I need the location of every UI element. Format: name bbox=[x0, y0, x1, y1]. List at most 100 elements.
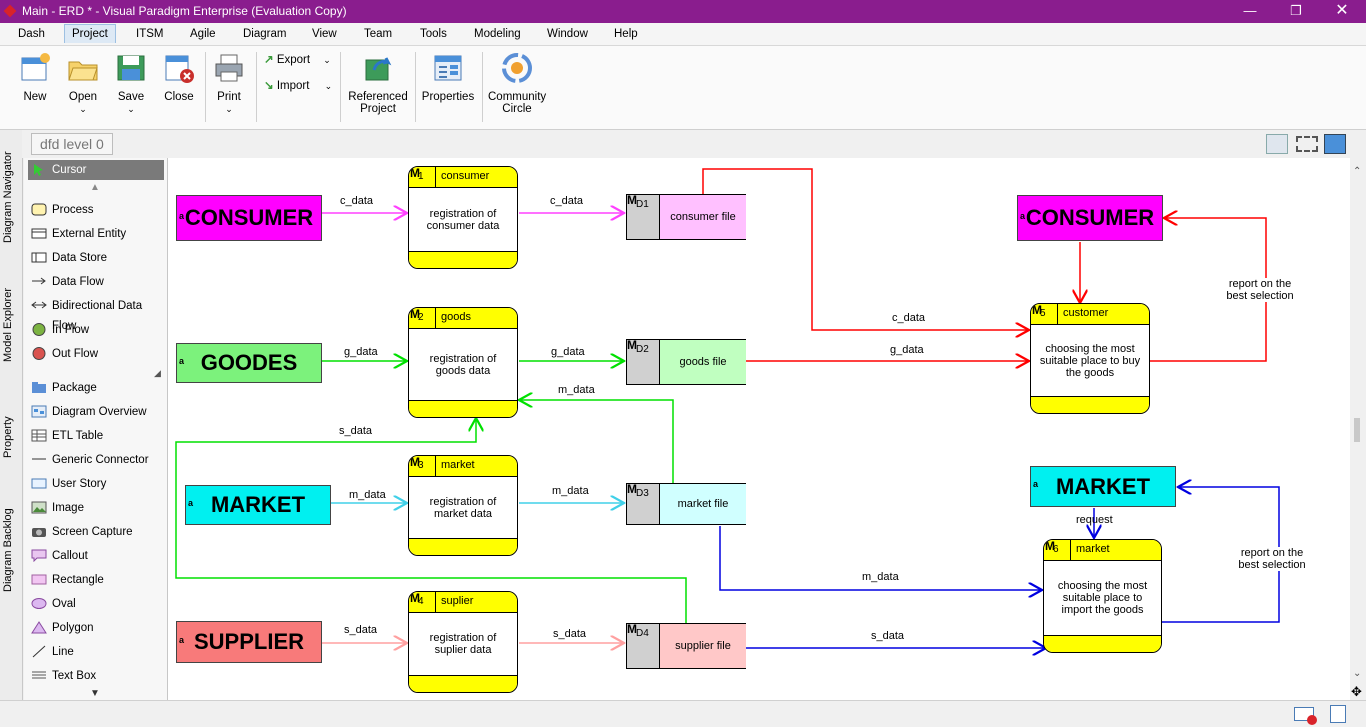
chevron-down-icon: ⌄ bbox=[225, 104, 233, 114]
polygon-icon bbox=[31, 621, 47, 634]
import-button[interactable]: ↘ Import ⌄ bbox=[264, 78, 332, 92]
palette-user-story[interactable]: User Story bbox=[28, 474, 164, 494]
palette-in-flow[interactable]: In Flow bbox=[28, 320, 164, 340]
palette-callout[interactable]: Callout bbox=[28, 546, 164, 566]
chevron-down-icon: ⌄ bbox=[323, 55, 331, 65]
bidirectional-flow-icon bbox=[31, 301, 47, 309]
menu-view[interactable]: View bbox=[312, 26, 337, 42]
data-store-d2[interactable]: M D2 goods file bbox=[626, 338, 746, 385]
save-button[interactable]: Save ⌄ bbox=[114, 52, 148, 115]
palette-bidirectional-data-flow[interactable]: Bidirectional Data Flow bbox=[28, 296, 164, 332]
edit-notes-icon[interactable] bbox=[1330, 705, 1346, 723]
tab-property[interactable]: Property bbox=[2, 400, 20, 475]
scroll-up-icon[interactable]: ⌃ bbox=[1353, 166, 1361, 177]
menu-window[interactable]: Window bbox=[547, 26, 588, 42]
community-circle-button[interactable]: Community Circle bbox=[488, 52, 546, 115]
flow-label-request: request bbox=[1076, 514, 1113, 526]
print-button[interactable]: Print ⌄ bbox=[212, 52, 246, 115]
data-store-d1[interactable]: M D1 consumer file bbox=[626, 193, 746, 240]
tab-diagram-navigator[interactable]: Diagram Navigator bbox=[2, 140, 20, 255]
menu-modeling[interactable]: Modeling bbox=[474, 26, 521, 42]
menu-team[interactable]: Team bbox=[364, 26, 392, 42]
menu-diagram[interactable]: Diagram bbox=[243, 26, 286, 42]
new-button[interactable]: New bbox=[18, 52, 52, 103]
process-1[interactable]: M 1 consumer registration of consumer data bbox=[408, 166, 518, 269]
scrollbar-thumb[interactable] bbox=[1354, 418, 1360, 442]
palette-rectangle[interactable]: Rectangle bbox=[28, 570, 164, 590]
palette-oval[interactable]: Oval bbox=[28, 594, 164, 614]
import-icon: ↘ bbox=[264, 80, 274, 92]
palette-polygon[interactable]: Polygon bbox=[28, 618, 164, 638]
palette-text-box[interactable]: Text Box bbox=[28, 666, 164, 686]
referenced-project-icon bbox=[365, 57, 392, 81]
palette-package[interactable]: Package bbox=[28, 378, 164, 398]
palette-line[interactable]: Line bbox=[28, 642, 164, 662]
scroll-up-icon[interactable]: ▲ bbox=[90, 182, 100, 193]
palette-external-entity[interactable]: External Entity bbox=[28, 224, 164, 244]
entity-goodes[interactable]: a GOODES bbox=[176, 343, 322, 383]
flow-label-s-data: s_data bbox=[344, 624, 378, 636]
vertical-scrollbar[interactable]: ⌃ ⌄ ✥ bbox=[1350, 158, 1366, 700]
referenced-project-button[interactable]: Referenced Project bbox=[346, 52, 410, 115]
data-store-d3[interactable]: M D3 market file bbox=[626, 482, 746, 525]
palette-image[interactable]: Image bbox=[28, 498, 164, 518]
flow-d3-to-p2[interactable] bbox=[519, 400, 674, 483]
palette-data-flow[interactable]: Data Flow bbox=[28, 272, 164, 292]
window-title: Main - ERD * - Visual Paradigm Enterpris… bbox=[22, 4, 347, 18]
process-6[interactable]: M 6 market choosing the most suitable plac… bbox=[1043, 539, 1162, 653]
community-circle-icon bbox=[502, 53, 532, 83]
process-2[interactable]: M 2 goods registration of goods data bbox=[408, 307, 518, 418]
close-project-button[interactable]: Close bbox=[162, 52, 196, 103]
diagram-layout-icon[interactable] bbox=[1324, 134, 1346, 154]
menu-agile[interactable]: Agile bbox=[190, 26, 216, 42]
export-button[interactable]: ↗ Export ⌄ bbox=[264, 52, 331, 66]
process-4[interactable]: M 4 suplier registration of suplier data bbox=[408, 591, 518, 693]
out-flow-icon bbox=[32, 347, 46, 360]
palette-generic-connector[interactable]: Generic Connector bbox=[28, 450, 164, 470]
palette-out-flow[interactable]: Out Flow bbox=[28, 344, 164, 364]
data-store-d4[interactable]: M D4 supplier file bbox=[626, 622, 746, 669]
pin-icon[interactable] bbox=[1266, 134, 1288, 154]
menu-itsm[interactable]: ITSM bbox=[136, 26, 163, 42]
palette-screen-capture[interactable]: Screen Capture bbox=[28, 522, 164, 542]
open-button[interactable]: Open ⌄ bbox=[66, 52, 100, 115]
palette-process[interactable]: Process bbox=[28, 200, 164, 220]
fit-diagram-icon[interactable] bbox=[1296, 136, 1318, 152]
menu-dash[interactable]: Dash bbox=[18, 26, 45, 42]
palette-data-store[interactable]: Data Store bbox=[28, 248, 164, 268]
palette-etl-table[interactable]: ETL Table bbox=[28, 426, 164, 446]
diagram-tab[interactable]: dfd level 0 bbox=[31, 133, 113, 155]
palette-cursor[interactable]: Cursor bbox=[28, 160, 164, 180]
diagram-canvas[interactable]: a CONSUMER a GOODES a MARKET a SUPPLIER a CON… bbox=[168, 158, 1350, 700]
entity-consumer-right[interactable]: a CONSUMER bbox=[1017, 195, 1163, 241]
palette-diagram-overview[interactable]: Diagram Overview bbox=[28, 402, 164, 422]
scroll-down-icon[interactable]: ▼ bbox=[90, 688, 100, 699]
close-window-button[interactable]: ✕ bbox=[1319, 1, 1365, 22]
scroll-down-icon[interactable]: ⌄ bbox=[1353, 668, 1361, 679]
title-bar: Main - ERD * - Visual Paradigm Enterpris… bbox=[0, 0, 1366, 23]
process-5[interactable]: M 5 customer choosing the most suitable pl… bbox=[1030, 303, 1150, 414]
entity-market-right[interactable]: a MARKET bbox=[1030, 466, 1176, 507]
move-icon[interactable]: ✥ bbox=[1351, 684, 1362, 700]
status-bar bbox=[0, 700, 1366, 727]
ribbon-separator bbox=[340, 52, 341, 122]
external-entity-icon bbox=[31, 228, 47, 239]
menu-tools[interactable]: Tools bbox=[420, 26, 447, 42]
chevron-down-icon: ⌄ bbox=[79, 104, 87, 114]
tab-diagram-backlog[interactable]: Diagram Backlog bbox=[2, 500, 20, 600]
entity-supplier[interactable]: a SUPPLIER bbox=[176, 621, 322, 663]
entity-market-left[interactable]: a MARKET bbox=[185, 485, 331, 525]
properties-button[interactable]: Properties bbox=[420, 52, 476, 103]
flow-label-m-data: m_data bbox=[558, 384, 595, 396]
new-project-icon bbox=[21, 53, 50, 81]
entity-consumer-left[interactable]: a CONSUMER bbox=[176, 195, 322, 241]
minimize-button[interactable]: — bbox=[1227, 1, 1273, 22]
process-3[interactable]: M 3 market registration of market data bbox=[408, 455, 518, 556]
flow-label-s-data: s_data bbox=[871, 630, 905, 642]
rectangle-icon bbox=[31, 574, 47, 585]
menu-project[interactable]: Project bbox=[64, 24, 116, 43]
restore-button[interactable]: ❐ bbox=[1273, 1, 1319, 22]
flow-d1-to-p5[interactable] bbox=[702, 168, 1029, 330]
tab-model-explorer[interactable]: Model Explorer bbox=[2, 270, 20, 380]
menu-help[interactable]: Help bbox=[614, 26, 638, 42]
